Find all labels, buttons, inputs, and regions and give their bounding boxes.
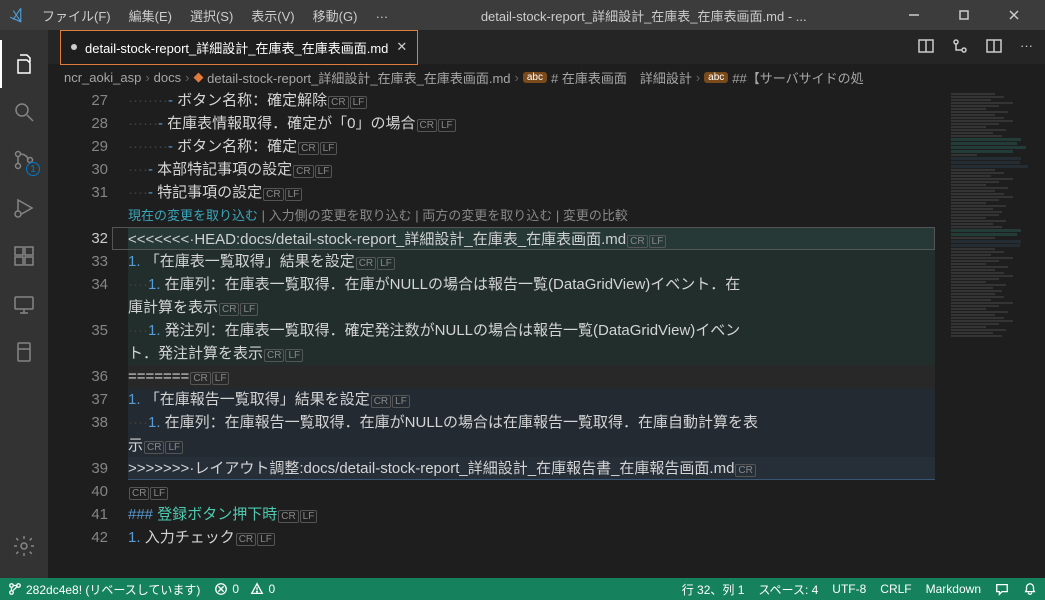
tab-active[interactable]: detail-stock-report_詳細設計_在庫表_在庫表画面.md ✕ xyxy=(60,30,418,65)
breadcrumb-item[interactable]: detail-stock-report_詳細設計_在庫表_在庫表画面.md xyxy=(207,68,510,87)
status-language[interactable]: Markdown xyxy=(926,582,981,596)
menu-view[interactable]: 表示(V) xyxy=(243,2,302,29)
minimize-button[interactable] xyxy=(891,0,937,30)
breadcrumb[interactable]: ncr_aoki_asp› docs› ◆ detail-stock-repor… xyxy=(48,65,1045,89)
breadcrumb-item[interactable]: ncr_aoki_asp xyxy=(64,70,141,85)
status-eol[interactable]: CRLF xyxy=(880,582,911,596)
tab-bar: detail-stock-report_詳細設計_在庫表_在庫表画面.md ✕ … xyxy=(0,30,1045,65)
line-number-gutter: 27 28 29 30 31 32 33 34 35 36 37 38 39 4… xyxy=(48,89,128,578)
status-bell-icon[interactable] xyxy=(1023,582,1037,596)
modified-dot-icon xyxy=(71,44,77,50)
vscode-logo-icon xyxy=(8,6,26,24)
window-title: detail-stock-report_詳細設計_在庫表_在庫表画面.md - … xyxy=(396,6,891,25)
menu-overflow[interactable]: … xyxy=(367,2,396,29)
status-spaces[interactable]: スペース: 4 xyxy=(758,581,818,598)
breadcrumb-item[interactable]: # 在庫表画面 詳細設計 xyxy=(551,68,692,87)
more-icon[interactable]: ··· xyxy=(1020,38,1033,57)
menu-bar: ファイル(F) 編集(E) 選択(S) 表示(V) 移動(G) … xyxy=(34,2,396,29)
source-control-icon[interactable]: 1 xyxy=(0,136,48,184)
remote-icon[interactable] xyxy=(0,280,48,328)
diff-icon[interactable] xyxy=(952,38,968,57)
menu-edit[interactable]: 編集(E) xyxy=(121,2,180,29)
status-bar: 282dc4e8! (リベースしています) 0 0 行 32、列 1 スペース:… xyxy=(0,578,1045,600)
editor[interactable]: 27 28 29 30 31 32 33 34 35 36 37 38 39 4… xyxy=(48,89,1045,578)
menu-go[interactable]: 移動(G) xyxy=(305,2,366,29)
code-area[interactable]: ········- ボタン名称：確定解除CRLF ······- 在庫表情報取得… xyxy=(128,89,935,578)
close-icon[interactable]: ✕ xyxy=(396,39,407,55)
breadcrumb-item[interactable]: docs xyxy=(154,70,181,85)
extensions-icon[interactable] xyxy=(0,232,48,280)
status-feedback-icon[interactable] xyxy=(995,582,1009,596)
status-branch[interactable]: 282dc4e8! (リベースしています) xyxy=(8,581,200,598)
menu-file[interactable]: ファイル(F) xyxy=(34,2,119,29)
close-button[interactable] xyxy=(991,0,1037,30)
tab-filename: detail-stock-report_詳細設計_在庫表_在庫表画面.md xyxy=(85,38,388,57)
split-editor-icon[interactable] xyxy=(986,38,1002,57)
run-debug-icon[interactable] xyxy=(0,184,48,232)
merge-codelens[interactable]: 現在の変更を取り込む | 入力側の変更を取り込む | 両方の変更を取り込む | … xyxy=(128,204,935,227)
activity-bar: 1 xyxy=(0,30,48,578)
menu-select[interactable]: 選択(S) xyxy=(182,2,241,29)
status-line-col[interactable]: 行 32、列 1 xyxy=(682,581,745,598)
minimap[interactable] xyxy=(945,89,1045,578)
scm-badge: 1 xyxy=(26,162,40,176)
status-encoding[interactable]: UTF-8 xyxy=(832,582,866,596)
breadcrumb-item[interactable]: ##【サーバサイドの処 xyxy=(732,68,863,87)
db-icon[interactable] xyxy=(0,328,48,376)
search-icon[interactable] xyxy=(0,88,48,136)
open-preview-icon[interactable] xyxy=(918,38,934,57)
maximize-button[interactable] xyxy=(941,0,987,30)
settings-gear-icon[interactable] xyxy=(0,522,48,570)
titlebar: ファイル(F) 編集(E) 選択(S) 表示(V) 移動(G) … detail… xyxy=(0,0,1045,30)
explorer-icon[interactable] xyxy=(0,40,48,88)
window-controls xyxy=(891,0,1037,30)
status-problems[interactable]: 0 0 xyxy=(214,582,275,596)
